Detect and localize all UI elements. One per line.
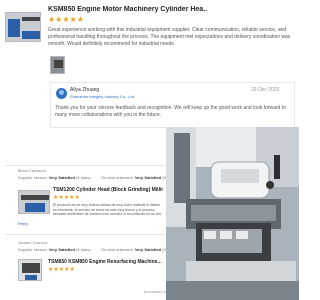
machine-image: [166, 127, 299, 300]
supplier-service-count: (5 stars): [76, 247, 91, 252]
review-divider: [5, 165, 165, 166]
ontime-shipment-label: On-time shipment:: [101, 247, 134, 252]
product-thumbnail[interactable]: [18, 190, 50, 214]
ontime-shipment-label: On-time shipment:: [101, 175, 134, 180]
product-title[interactable]: TSM1200 Cylinder Head (Block Grinding) M…: [53, 187, 163, 193]
ontime-shipment-value: Very Satisfied: [134, 247, 162, 252]
reply-text: Thank you for your sincere feedback and …: [55, 105, 286, 118]
reply-company: Shenzhen Integrity Industry Co., Ltd: [70, 94, 134, 99]
review-divider: [5, 234, 165, 235]
product-thumbnail[interactable]: [18, 259, 42, 281]
product-title[interactable]: KSM850 Engine Motor Machinery Cylinder H…: [48, 6, 288, 13]
supplier-service-count: (5 stars): [76, 175, 91, 180]
supplier-service-rating: Supplier service: Very Satisfied (5 star…: [18, 175, 91, 180]
rating-stars: ★★★★★: [53, 195, 80, 201]
product-thumbnail[interactable]: [5, 12, 41, 42]
supplier-service-value: Very Satisfied: [48, 247, 75, 252]
review-text: Great experience working with this indus…: [48, 27, 291, 47]
rating-stars: ★★★★★: [48, 267, 75, 273]
review-photo[interactable]: [166, 127, 299, 300]
rating-stars: ★★★★★: [48, 15, 84, 24]
supplier-avatar: [56, 88, 67, 99]
ontime-shipment-value: Very Satisfied: [134, 175, 162, 180]
reply-link[interactable]: Reply: [18, 221, 28, 226]
reviewer-name: M•••a Carva•••••: [18, 168, 47, 173]
supplier-service-label: Supplier service:: [18, 175, 48, 180]
product-title[interactable]: TSM850 KSM850 Engine Resurfacing Machine…: [48, 259, 164, 265]
supplier-service-value: Very Satisfied: [48, 175, 75, 180]
supplier-service-label: Supplier service:: [18, 247, 48, 252]
review-text: El producto es de muy buena calidad de m…: [53, 203, 162, 215]
reply-name: Allya Zhuang: [70, 87, 100, 93]
supplier-service-rating: Supplier service: Very Satisfied (5 star…: [18, 247, 91, 252]
reply-date: 29 Dec 2025: [251, 87, 280, 93]
review-photo-thumbnail[interactable]: [50, 56, 65, 74]
reviewer-name: Jonas•• Cor••••••: [18, 240, 48, 245]
